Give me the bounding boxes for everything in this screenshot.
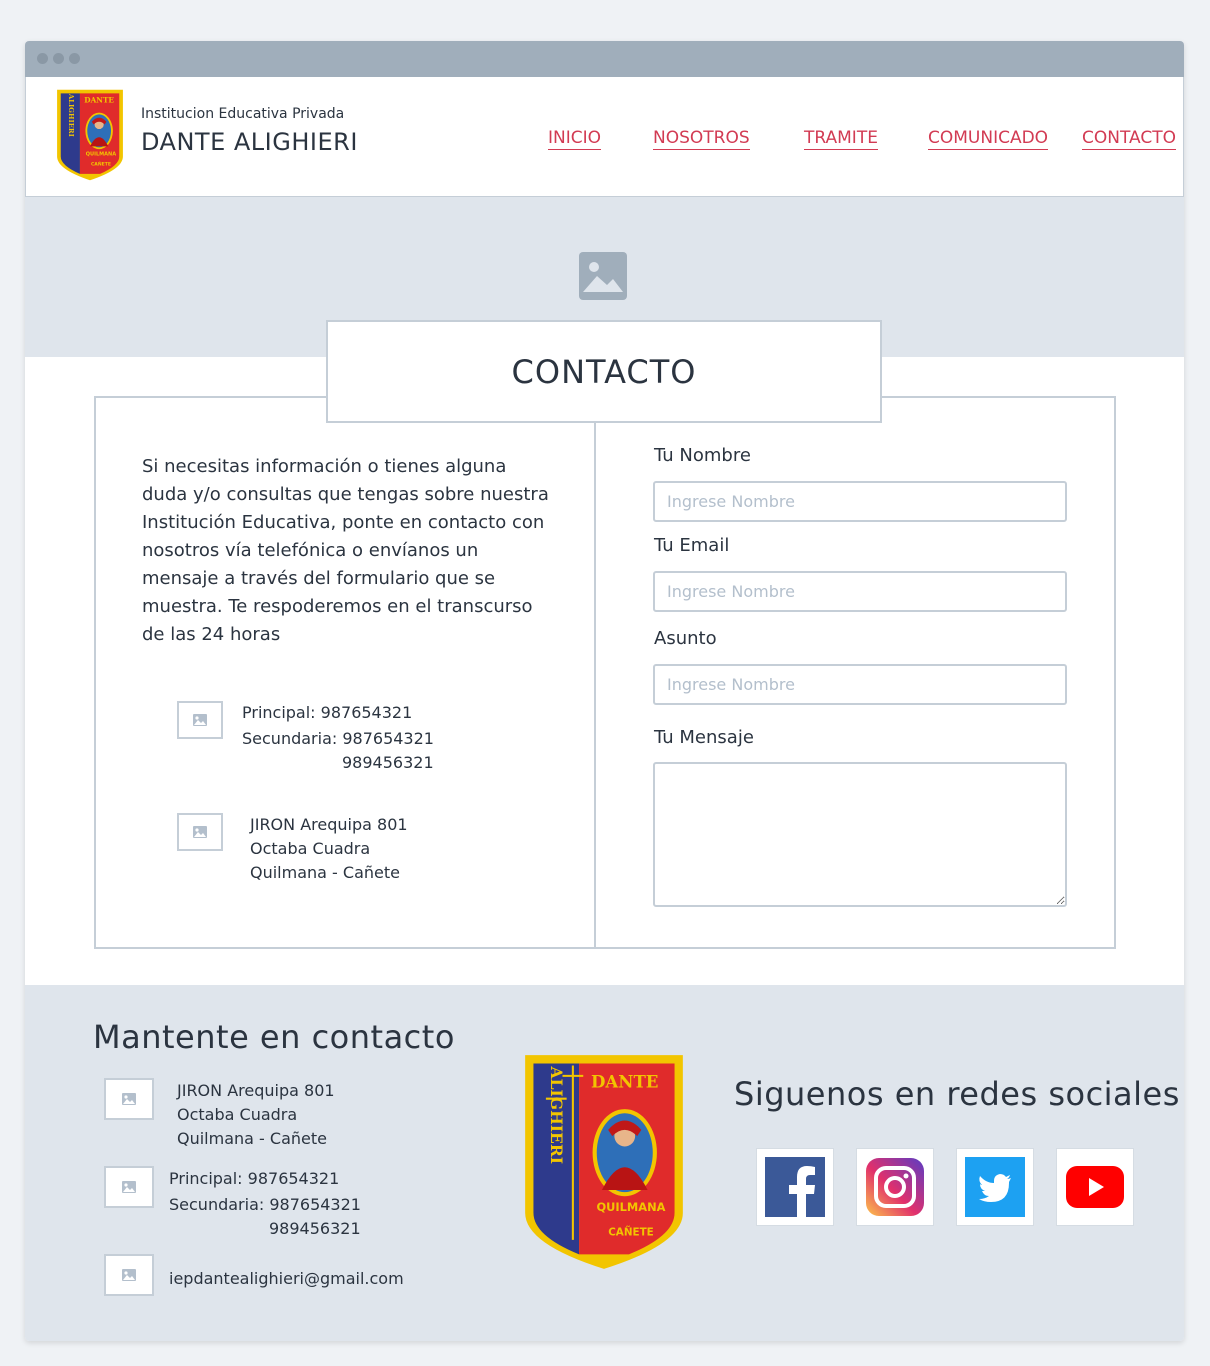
school-logo[interactable]: DANTE ALIGHIERI QUILMANA CAÑETE: [53, 87, 127, 187]
email-input[interactable]: [653, 571, 1067, 612]
name-input[interactable]: [653, 481, 1067, 522]
contact-address: JIRON Arequipa 801 Octaba Cuadra Quilman…: [250, 813, 408, 885]
location-icon: [104, 1078, 154, 1120]
twitter-icon[interactable]: [956, 1148, 1034, 1226]
footer-email[interactable]: iepdantealighieri@gmail.com: [169, 1267, 404, 1291]
address-line-1: JIRON Arequipa 801: [250, 815, 408, 834]
image-placeholder-icon: [579, 252, 627, 304]
contact-panel: Si necesitas información o tienes alguna…: [94, 396, 1116, 949]
footer-address-line-1: JIRON Arequipa 801: [177, 1081, 335, 1100]
window-dot-icon: [69, 53, 80, 64]
footer-title: Mantente en contacto: [93, 1018, 455, 1056]
footer-address-line-2: Octaba Cuadra: [177, 1105, 298, 1124]
email-label: Tu Email: [654, 535, 730, 556]
svg-text:QUILMANA: QUILMANA: [86, 152, 116, 158]
window-dot-icon: [37, 53, 48, 64]
phone-icon: [104, 1166, 154, 1208]
contact-phones: Principal: 987654321 Secundaria: 9876543…: [242, 701, 434, 775]
footer-phone-principal: Principal: 987654321: [169, 1169, 340, 1188]
message-textarea[interactable]: [653, 762, 1067, 907]
email-icon: [104, 1254, 154, 1296]
subject-label: Asunto: [654, 628, 717, 649]
phone-secundaria: Secundaria: 987654321: [242, 729, 434, 748]
footer-phone-secundaria-2: 989456321: [269, 1219, 361, 1238]
window-chrome: [25, 41, 1184, 77]
nav-inicio[interactable]: INICIO: [548, 128, 602, 150]
svg-text:QUILMANA: QUILMANA: [596, 1200, 665, 1214]
site-header: DANTE ALIGHIERI QUILMANA CAÑETE Instituc…: [25, 77, 1184, 197]
nav-contacto[interactable]: CONTACTO: [1082, 128, 1176, 150]
social-title: Siguenos en redes sociales: [734, 1075, 1180, 1113]
svg-text:DANTE: DANTE: [84, 96, 114, 105]
panel-divider: [594, 398, 596, 947]
message-label: Tu Mensaje: [654, 727, 754, 748]
footer-phone-secundaria: Secundaria: 987654321: [169, 1195, 361, 1214]
phone-principal: Principal: 987654321: [242, 703, 413, 722]
window-dot-icon: [53, 53, 64, 64]
contact-intro-text: Si necesitas información o tienes alguna…: [142, 456, 549, 645]
footer-address-line-3: Quilmana - Cañete: [177, 1129, 327, 1148]
brand-subtitle: Institucion Educativa Privada: [141, 106, 345, 122]
address-line-2: Octaba Cuadra: [250, 839, 371, 858]
nav-nosotros[interactable]: NOSOTROS: [653, 128, 750, 150]
footer-address: JIRON Arequipa 801 Octaba Cuadra Quilman…: [177, 1079, 335, 1151]
phone-secundaria-2: 989456321: [342, 753, 434, 772]
subject-input[interactable]: [653, 664, 1067, 705]
facebook-icon[interactable]: [756, 1148, 834, 1226]
instagram-icon[interactable]: [856, 1148, 934, 1226]
nav-tramite[interactable]: TRAMITE: [804, 128, 878, 150]
youtube-icon[interactable]: [1056, 1148, 1134, 1226]
svg-text:ALIGHIERI: ALIGHIERI: [547, 1066, 566, 1165]
phone-icon: [177, 701, 223, 739]
brand-title: DANTE ALIGHIERI: [141, 128, 358, 156]
site-footer: Mantente en contacto JIRON Arequipa 801 …: [25, 985, 1184, 1341]
name-label: Tu Nombre: [654, 445, 751, 466]
school-crest-logo: DANTE ALIGHIERI QUILMANA CAÑETE: [521, 1053, 687, 1275]
address-line-3: Quilmana - Cañete: [250, 863, 400, 882]
svg-text:ALIGHIERI: ALIGHIERI: [67, 93, 75, 137]
browser-window: DANTE ALIGHIERI QUILMANA CAÑETE Instituc…: [25, 41, 1184, 1341]
nav-comunicado[interactable]: COMUNICADO: [928, 128, 1049, 150]
footer-phones: Principal: 987654321 Secundaria: 9876543…: [169, 1167, 361, 1241]
page-title: CONTACTO: [326, 320, 882, 423]
location-icon: [177, 813, 223, 851]
svg-text:CAÑETE: CAÑETE: [608, 1226, 654, 1239]
svg-text:DANTE: DANTE: [591, 1071, 658, 1091]
